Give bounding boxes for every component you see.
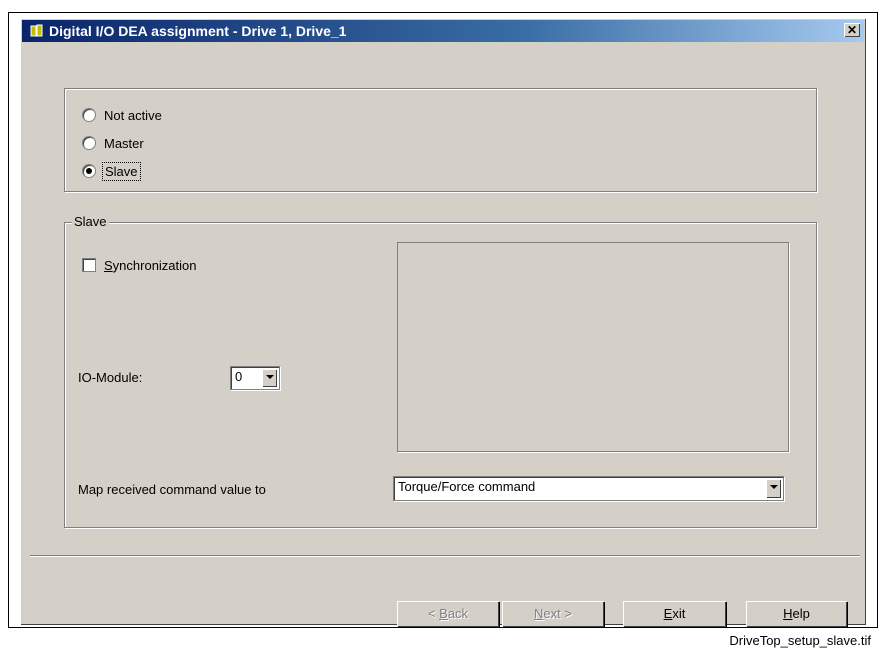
io-module-label: IO-Module:	[78, 370, 143, 385]
close-icon: ✕	[846, 23, 858, 37]
title-bar[interactable]: Digital I/O DEA assignment - Drive 1, Dr…	[22, 20, 864, 42]
radio-label: Master	[104, 135, 144, 151]
figure-caption: DriveTop_setup_slave.tif	[729, 633, 871, 648]
mode-group	[64, 88, 817, 192]
radio-label: Slave	[102, 161, 141, 181]
radio-button-icon[interactable]	[82, 108, 96, 122]
sync-label: Synchronization	[104, 257, 197, 273]
help-button[interactable]: Help	[746, 601, 847, 627]
io-module-value: 0	[235, 369, 243, 384]
exit-button[interactable]: Exit	[623, 601, 726, 627]
radio-not-active[interactable]: Not active	[82, 106, 162, 124]
info-panel	[397, 242, 789, 452]
separator	[30, 555, 860, 557]
map-label: Map received command value to	[78, 482, 266, 497]
slave-group-label: Slave	[72, 214, 109, 229]
radio-master[interactable]: Master	[82, 134, 144, 152]
next-button[interactable]: Next >	[502, 601, 604, 627]
sync-checkbox[interactable]: Synchronization	[82, 256, 197, 274]
io-module-select[interactable]: 0	[230, 366, 280, 390]
radio-label: Not active	[104, 107, 162, 123]
map-command-select[interactable]: Torque/Force command	[393, 476, 784, 501]
close-button[interactable]: ✕	[844, 23, 860, 37]
radio-button-icon[interactable]	[82, 164, 96, 178]
radio-button-icon[interactable]	[82, 136, 96, 150]
radio-slave[interactable]: Slave	[82, 161, 141, 181]
checkbox-icon[interactable]	[82, 258, 96, 272]
window-title: Digital I/O DEA assignment - Drive 1, Dr…	[49, 23, 347, 39]
back-button[interactable]: < Back	[397, 601, 499, 627]
chevron-down-icon[interactable]	[766, 479, 781, 498]
app-icon	[30, 24, 43, 37]
chevron-down-icon[interactable]	[262, 369, 277, 387]
map-command-value: Torque/Force command	[398, 479, 536, 494]
